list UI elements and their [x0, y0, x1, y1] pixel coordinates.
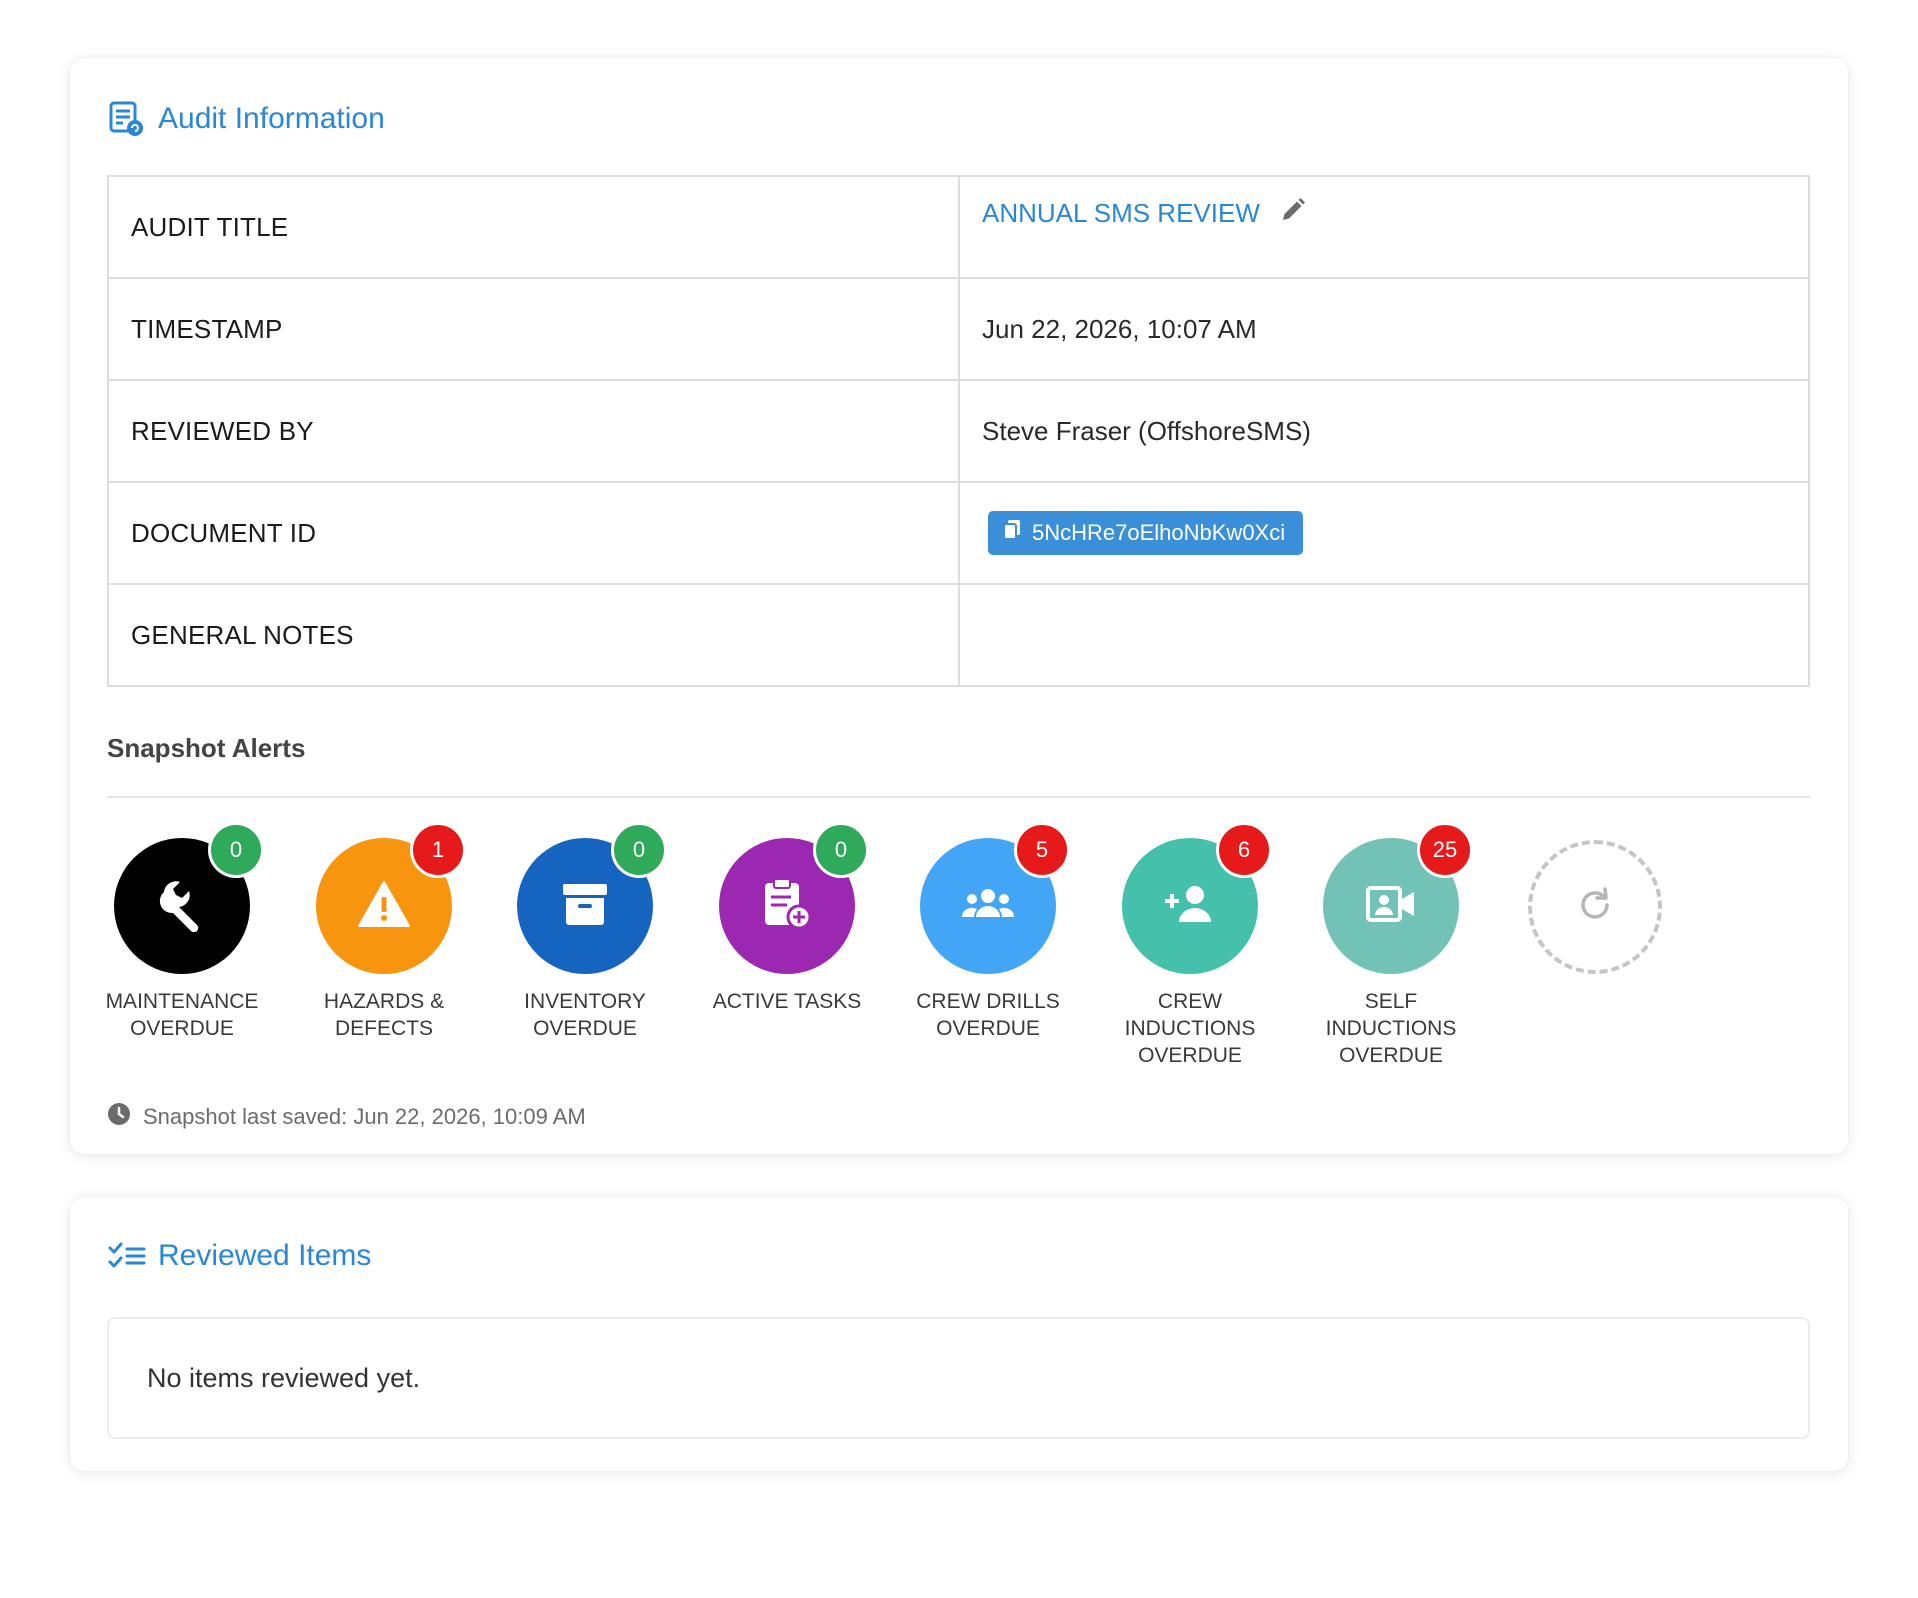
alert-crew-inductions-overdue[interactable]: 6 CREW INDUCTIONS OVERDUE — [1090, 822, 1290, 1069]
row-value: ANNUAL SMS REVIEW — [958, 175, 1810, 279]
alert-count-badge: 0 — [208, 822, 264, 878]
alert-hazards-defects[interactable]: 1 HAZARDS & DEFECTS — [284, 822, 484, 1042]
empty-state-text: No items reviewed yet. — [147, 1362, 421, 1393]
reviewed-items-card: Reviewed Items No items reviewed yet. — [70, 1197, 1848, 1471]
alert-inventory-overdue[interactable]: 0 INVENTORY OVERDUE — [485, 822, 685, 1042]
document-info-icon — [108, 100, 146, 138]
user-plus-icon — [1163, 884, 1217, 929]
row-value: 5NcHRe7oElhoNbKw0Xci — [958, 481, 1810, 585]
warning-icon — [357, 880, 411, 933]
alert-label: SELF INDUCTIONS OVERDUE — [1325, 990, 1457, 1067]
alert-circle[interactable]: 25 — [1323, 822, 1473, 974]
table-row: REVIEWED BY Steve Fraser (OffshoreSMS) — [107, 379, 1810, 483]
table-row: AUDIT TITLE ANNUAL SMS REVIEW — [107, 175, 1810, 279]
alert-count-badge: 25 — [1417, 822, 1473, 878]
alert-circle[interactable]: 0 — [719, 822, 869, 974]
timestamp-value: Jun 22, 2026, 10:07 AM — [958, 277, 1810, 381]
alert-active-tasks[interactable]: 0 ACTIVE TASKS — [687, 822, 887, 1015]
table-row: TIMESTAMP Jun 22, 2026, 10:07 AM — [107, 277, 1810, 381]
audit-information-header: Audit Information — [108, 100, 385, 138]
alert-circle[interactable]: 5 — [920, 822, 1070, 974]
video-user-icon — [1365, 884, 1417, 929]
alert-self-inductions-overdue[interactable]: 25 SELF INDUCTIONS OVERDUE — [1291, 822, 1491, 1069]
pencil-icon[interactable] — [1280, 197, 1306, 230]
alert-circle[interactable]: 0 — [517, 822, 667, 974]
clipboard-add-icon — [761, 877, 813, 936]
audit-information-title: Audit Information — [158, 102, 385, 135]
alert-circle[interactable]: 1 — [316, 822, 466, 974]
snapshot-saved-line: Snapshot last saved: Jun 22, 2026, 10:09… — [107, 1102, 586, 1132]
reviewed-items-header: Reviewed Items — [108, 1239, 371, 1273]
divider — [107, 796, 1810, 798]
row-label: GENERAL NOTES — [107, 583, 960, 687]
alert-count-badge: 1 — [410, 822, 466, 878]
document-id-copy-button[interactable]: 5NcHRe7oElhoNbKw0Xci — [988, 511, 1304, 555]
general-notes-value — [958, 583, 1810, 687]
refresh-snapshot-button[interactable] — [1528, 840, 1662, 974]
audit-information-card: Audit Information AUDIT TITLE ANNUAL SMS… — [70, 58, 1848, 1154]
audit-title-link[interactable]: ANNUAL SMS REVIEW — [982, 197, 1306, 230]
row-label: DOCUMENT ID — [107, 481, 960, 585]
alert-circle[interactable]: 6 — [1122, 822, 1272, 974]
wrench-icon — [154, 876, 210, 937]
snapshot-alerts-title: Snapshot Alerts — [107, 733, 306, 763]
archive-icon — [561, 880, 609, 933]
alert-label: ACTIVE TASKS — [712, 990, 862, 1013]
document-id-value: 5NcHRe7oElhoNbKw0Xci — [1032, 520, 1286, 545]
clock-icon — [107, 1102, 131, 1132]
alert-count-badge: 6 — [1216, 822, 1272, 878]
reviewed-items-title: Reviewed Items — [158, 1239, 372, 1272]
alert-label: CREW INDUCTIONS OVERDUE — [1124, 990, 1256, 1067]
alert-count-badge: 0 — [813, 822, 869, 878]
alert-label: MAINTENANCE OVERDUE — [105, 990, 259, 1040]
audit-title-value[interactable]: ANNUAL SMS REVIEW — [982, 198, 1260, 229]
reviewed-by-value: Steve Fraser (OffshoreSMS) — [958, 379, 1810, 483]
table-row: DOCUMENT ID 5NcHRe7oElhoNbKw0Xci — [107, 481, 1810, 585]
copy-icon — [1002, 519, 1022, 547]
refresh-icon — [1575, 885, 1615, 930]
snapshot-saved-text: Snapshot last saved: Jun 22, 2026, 10:09… — [143, 1104, 586, 1129]
alert-label: INVENTORY OVERDUE — [524, 990, 646, 1040]
alert-label: CREW DRILLS OVERDUE — [916, 990, 1060, 1040]
audit-info-table: AUDIT TITLE ANNUAL SMS REVIEW TIMESTAMP … — [107, 175, 1810, 687]
row-label: REVIEWED BY — [107, 379, 960, 483]
alert-circle[interactable]: 0 — [114, 822, 264, 974]
group-icon — [960, 887, 1016, 926]
alert-maintenance-overdue[interactable]: 0 MAINTENANCE OVERDUE — [82, 822, 282, 1042]
alert-label: HAZARDS & DEFECTS — [323, 990, 445, 1040]
table-row: GENERAL NOTES — [107, 583, 1810, 687]
alert-count-badge: 5 — [1014, 822, 1070, 878]
alert-count-badge: 0 — [611, 822, 667, 878]
checklist-icon — [108, 1241, 146, 1271]
row-label: AUDIT TITLE — [107, 175, 960, 279]
reviewed-items-empty: No items reviewed yet. — [107, 1317, 1810, 1439]
alert-crew-drills-overdue[interactable]: 5 CREW DRILLS OVERDUE — [888, 822, 1088, 1042]
row-label: TIMESTAMP — [107, 277, 960, 381]
